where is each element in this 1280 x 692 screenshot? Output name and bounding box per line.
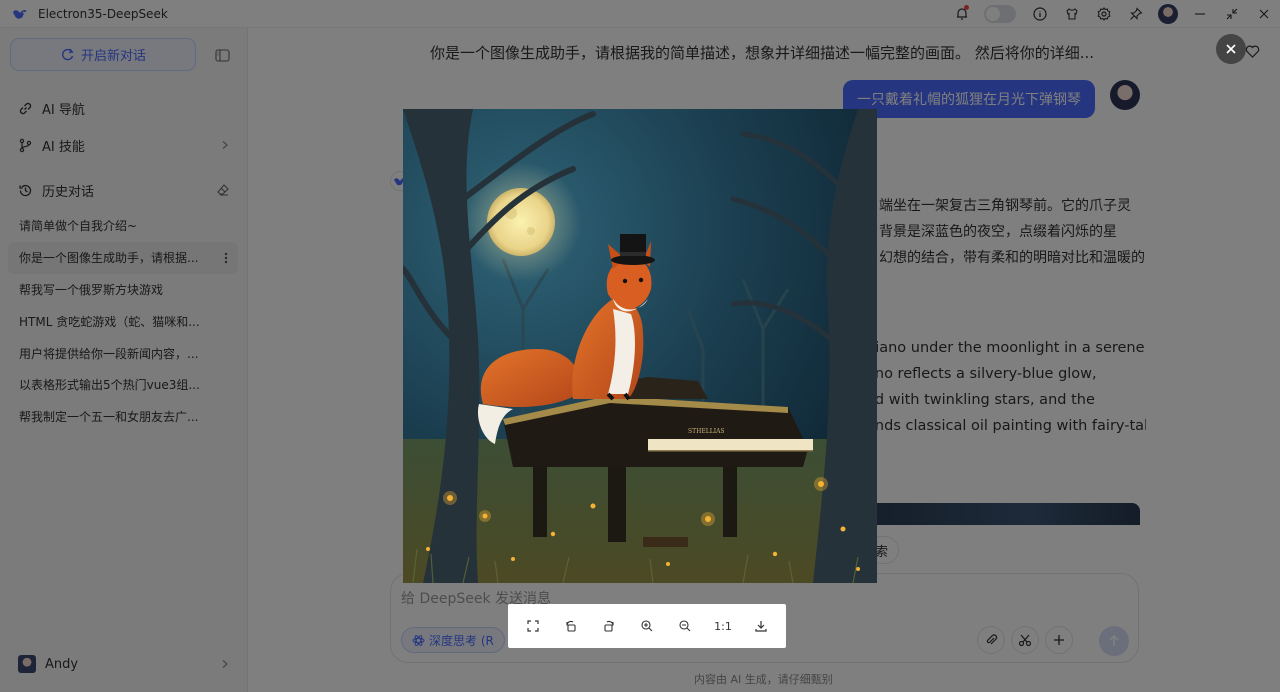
rotate-right-icon[interactable] <box>595 612 623 640</box>
download-icon[interactable] <box>747 612 775 640</box>
zoom-in-icon[interactable] <box>633 612 661 640</box>
preview-toolbar: 1:1 <box>508 604 786 648</box>
zoom-out-icon[interactable] <box>671 612 699 640</box>
rotate-left-icon[interactable] <box>557 612 585 640</box>
close-icon <box>1226 44 1236 54</box>
preview-image[interactable]: STHELLIAS <box>403 109 877 583</box>
actual-size-button[interactable]: 1:1 <box>709 612 737 640</box>
preview-close-button[interactable] <box>1216 34 1246 64</box>
piano-brand: STHELLIAS <box>688 428 725 435</box>
fullscreen-icon[interactable] <box>519 612 547 640</box>
